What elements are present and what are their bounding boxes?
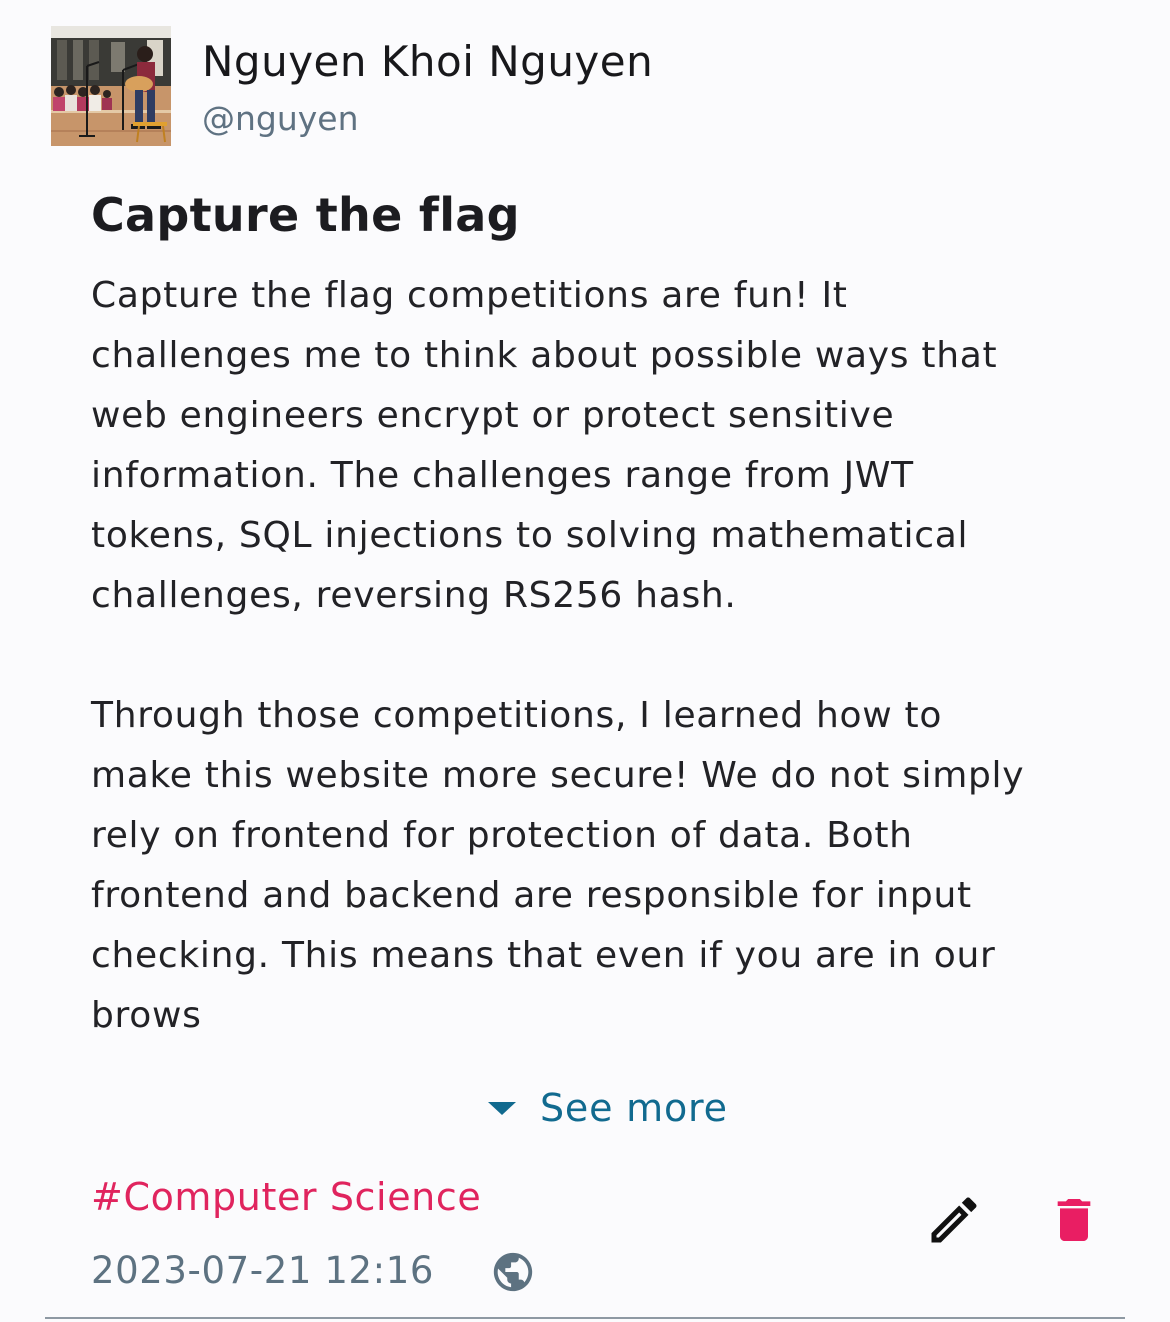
post-body-line: challenges, reversing RS256 hash.: [91, 575, 737, 616]
post-body-line: tokens, SQL injections to solving mathem…: [91, 515, 969, 556]
post-body-line: rely on frontend for protection of data.…: [91, 815, 913, 856]
post-timestamp: 2023-07-21 12:16: [91, 1249, 435, 1292]
post-body-line: Capture the flag competitions are fun! I…: [91, 275, 848, 316]
post-body-line: [91, 626, 1121, 686]
caret-down-icon: [488, 1102, 516, 1115]
author-name[interactable]: Nguyen Khoi Nguyen: [202, 36, 653, 88]
post-body-line: Through those competitions, I learned ho…: [91, 695, 943, 736]
post-body-line: web engineers encrypt or protect sensiti…: [91, 395, 895, 436]
author-handle[interactable]: @nguyen: [202, 97, 359, 141]
post-body: Capture the flag competitions are fun! I…: [91, 266, 1121, 1046]
post-body-line: make this website more secure! We do not…: [91, 755, 1025, 796]
post-body-line: information. The challenges range from J…: [91, 455, 914, 496]
hashtag-link[interactable]: #Computer Science: [91, 1170, 481, 1224]
post-body-line: brows: [91, 995, 202, 1036]
divider: [45, 1317, 1125, 1319]
post-body-line: challenges me to think about possible wa…: [91, 335, 998, 376]
see-more-button[interactable]: See more: [486, 1080, 728, 1136]
trash-icon[interactable]: [1046, 1190, 1102, 1250]
post-body-line: checking. This means that even if you ar…: [91, 935, 996, 976]
pencil-icon[interactable]: [924, 1190, 984, 1250]
post-title: Capture the flag: [91, 188, 520, 242]
globe-icon: [493, 1252, 533, 1292]
see-more-label: See more: [540, 1086, 728, 1130]
avatar[interactable]: [51, 26, 171, 146]
post-body-line: frontend and backend are responsible for…: [91, 875, 972, 916]
